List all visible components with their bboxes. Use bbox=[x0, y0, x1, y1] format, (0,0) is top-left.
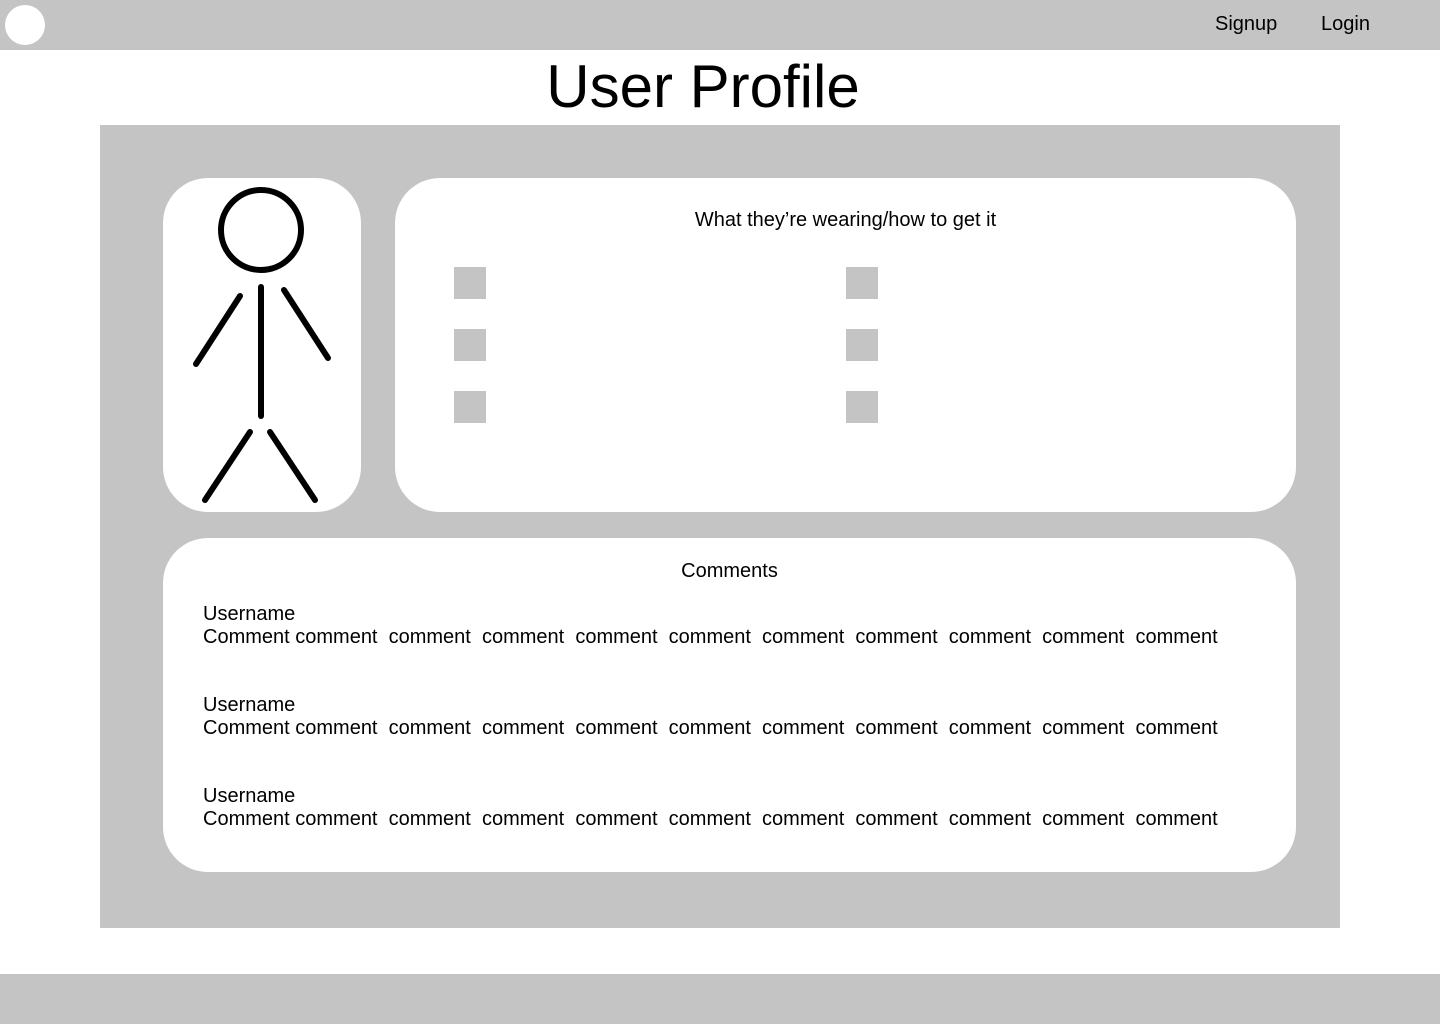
comments-card: Comments Username Comment comment commen… bbox=[163, 538, 1296, 872]
comment-text: Comment comment comment comment comment … bbox=[203, 626, 1218, 648]
comments-heading: Comments bbox=[681, 560, 778, 582]
outfit-item-icon[interactable] bbox=[846, 391, 878, 423]
login-link[interactable]: Login bbox=[1321, 12, 1370, 36]
comment-item: Username Comment comment comment comment… bbox=[203, 694, 1263, 740]
comment-text: Comment comment comment comment comment … bbox=[203, 808, 1218, 830]
comment-item: Username Comment comment comment comment… bbox=[203, 785, 1263, 831]
outfit-heading: What they’re wearing/how to get it bbox=[694, 209, 997, 231]
footer bbox=[0, 974, 1440, 1024]
outfit-item-icon[interactable] bbox=[454, 329, 486, 361]
comment-item: Username Comment comment comment comment… bbox=[203, 603, 1263, 649]
outfit-item-icon[interactable] bbox=[454, 267, 486, 299]
outfit-card: What they’re wearing/how to get it bbox=[395, 178, 1296, 512]
comment-text: Comment comment comment comment comment … bbox=[203, 717, 1218, 739]
outfit-item-icon[interactable] bbox=[846, 329, 878, 361]
stick-figure-icon bbox=[193, 187, 331, 503]
top-nav-bar: Signup Login bbox=[0, 0, 1440, 50]
outfit-item-icon[interactable] bbox=[846, 267, 878, 299]
page: Signup Login User Profile What they’re w… bbox=[0, 0, 1440, 1024]
outfit-item-icon[interactable] bbox=[454, 391, 486, 423]
comment-username[interactable]: Username bbox=[203, 785, 1263, 808]
comment-username[interactable]: Username bbox=[203, 603, 1263, 626]
logo-icon[interactable] bbox=[5, 5, 45, 45]
profile-panel: What they’re wearing/how to get it Comme… bbox=[100, 125, 1340, 928]
signup-link[interactable]: Signup bbox=[1215, 12, 1277, 36]
comment-username[interactable]: Username bbox=[203, 694, 1263, 717]
avatar-card bbox=[163, 178, 361, 512]
page-title: User Profile bbox=[546, 53, 860, 120]
